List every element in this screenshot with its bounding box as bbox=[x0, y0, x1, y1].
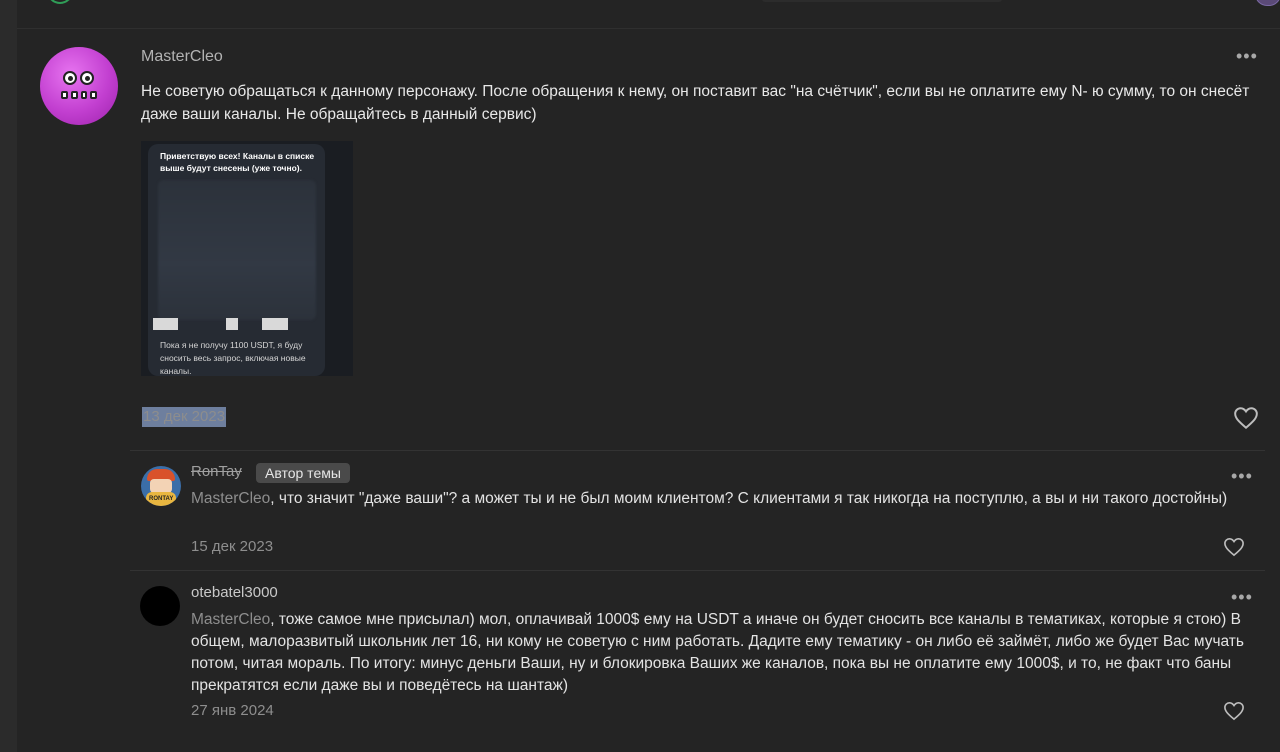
avatar-eye bbox=[80, 71, 94, 85]
reply-text: MasterCleo, тоже самое мне присылал) мол… bbox=[191, 609, 1261, 697]
mention-link[interactable]: MasterCleo bbox=[191, 490, 270, 507]
attachment-censor-block bbox=[226, 318, 238, 330]
logo-icon[interactable] bbox=[47, 0, 73, 4]
reply-author[interactable]: otebatel3000 bbox=[191, 584, 278, 601]
attachment-censor-block bbox=[153, 318, 178, 330]
heart-icon[interactable] bbox=[1223, 537, 1245, 562]
attachment-blurred-list bbox=[158, 180, 316, 320]
avatar-mouth bbox=[61, 91, 97, 99]
divider bbox=[130, 450, 1265, 451]
reply-date[interactable]: 15 дек 2023 bbox=[191, 538, 273, 555]
more-options-icon[interactable]: ••• bbox=[1231, 588, 1253, 606]
post-text: Не советую обращаться к данному персонаж… bbox=[141, 83, 1250, 123]
attachment-censor-block bbox=[262, 318, 288, 330]
heart-icon[interactable] bbox=[1233, 406, 1259, 435]
user-avatar[interactable] bbox=[1255, 0, 1280, 6]
post-date[interactable]: 13 дек 2023 bbox=[142, 407, 227, 427]
reply-avatar[interactable]: RONTAY bbox=[141, 466, 181, 506]
reply-avatar[interactable] bbox=[140, 586, 180, 626]
reply-body: , что значит "даже ваши"? а может ты и н… bbox=[270, 490, 1228, 507]
top-bar bbox=[17, 0, 1280, 29]
attachment-message-card: Приветствую всех! Каналы в списке выше б… bbox=[148, 144, 325, 376]
reply-body: , тоже самое мне присылал) мол, оплачива… bbox=[191, 611, 1244, 694]
mention-link[interactable]: MasterCleo bbox=[191, 611, 270, 628]
attachment-top-text: Приветствую всех! Каналы в списке выше б… bbox=[160, 151, 315, 173]
author-avatar[interactable] bbox=[40, 47, 118, 125]
reply-text: MasterCleo, что значит "даже ваши"? а мо… bbox=[191, 488, 1261, 510]
search-bar[interactable] bbox=[762, 0, 1002, 2]
heart-icon[interactable] bbox=[1223, 701, 1245, 726]
divider bbox=[130, 570, 1265, 571]
more-options-icon[interactable]: ••• bbox=[1231, 467, 1253, 485]
post-author[interactable]: MasterCleo bbox=[141, 48, 223, 66]
more-options-icon[interactable]: ••• bbox=[1236, 47, 1258, 65]
post-attachment-image[interactable]: Приветствую всех! Каналы в списке выше б… bbox=[141, 141, 353, 376]
reply-date[interactable]: 27 янв 2024 bbox=[191, 702, 274, 719]
avatar-eye bbox=[63, 71, 77, 85]
reply-author[interactable]: RonTay bbox=[191, 463, 242, 480]
left-rail bbox=[0, 0, 17, 752]
topic-author-badge: Автор темы bbox=[256, 463, 350, 483]
attachment-bottom-text: Пока я не получу 1100 USDT, я буду сноси… bbox=[160, 340, 306, 376]
